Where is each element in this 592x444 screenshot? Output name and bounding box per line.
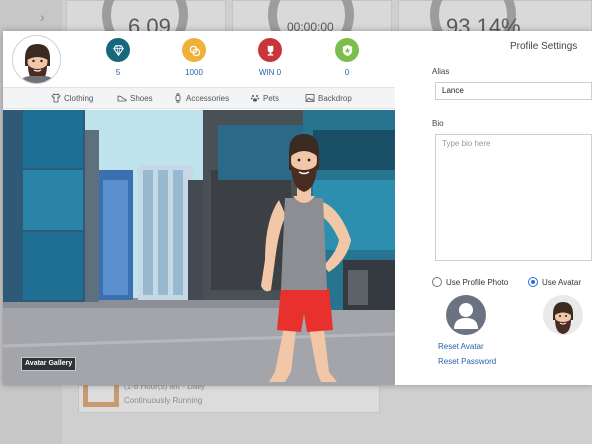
stat-coins: 1000 — [164, 38, 224, 77]
tab-label: Clothing — [64, 93, 94, 103]
star-badge-icon — [335, 38, 359, 62]
alias-input[interactable]: Lance — [435, 82, 592, 100]
profile-modal: 5 1000 WIN 0 0 Clothing Shoes Accessorie… — [3, 31, 592, 385]
chevron-right-icon: › — [40, 9, 45, 25]
alias-label: Alias — [432, 67, 450, 76]
avatar[interactable] — [12, 35, 61, 84]
tab-shoes[interactable]: Shoes — [117, 93, 153, 103]
tab-accessories[interactable]: Accessories — [173, 93, 229, 103]
user-silhouette-icon — [454, 303, 478, 329]
tab-label: Shoes — [130, 93, 153, 103]
trophy-icon — [258, 38, 282, 62]
profile-photo-option[interactable] — [446, 295, 486, 335]
stat-value: 1000 — [185, 68, 203, 77]
use-avatar-radio[interactable]: Use Avatar — [528, 277, 581, 287]
shirt-icon — [51, 93, 61, 103]
use-profile-photo-radio[interactable]: Use Profile Photo — [432, 277, 508, 287]
avatar-preview: Avatar Gallery — [3, 110, 395, 385]
tab-backdrop[interactable]: Backdrop — [305, 93, 352, 103]
radio-dot[interactable] — [528, 277, 538, 287]
avatar-option[interactable] — [543, 295, 583, 335]
stat-value: 5 — [115, 68, 121, 77]
stat-wins: WIN 0 — [240, 38, 300, 77]
radio-label: Use Profile Photo — [446, 277, 509, 287]
reset-avatar-link[interactable]: Reset Avatar — [438, 342, 484, 351]
bio-label: Bio — [432, 119, 444, 128]
paw-icon — [250, 95, 260, 102]
customization-tabs: Clothing Shoes Accessories Pets Backdrop — [3, 87, 395, 109]
stat-value: 0 — [344, 68, 350, 77]
avatar-gallery-button[interactable]: Avatar Gallery — [21, 357, 77, 371]
diamond-icon — [106, 38, 130, 62]
bio-textarea[interactable]: Type bio here — [435, 134, 592, 261]
tab-label: Pets — [263, 93, 280, 103]
tab-clothing[interactable]: Clothing — [51, 93, 93, 103]
page-title: Profile Settings — [510, 41, 578, 52]
tab-label: Backdrop — [318, 93, 352, 103]
stat-value: WIN 0 — [258, 68, 282, 77]
reset-password-link[interactable]: Reset Password — [438, 357, 496, 366]
radio-label: Use Avatar — [542, 277, 581, 287]
background-task-icon — [83, 385, 119, 407]
stat-badges: 0 — [317, 38, 377, 77]
city-backdrop — [3, 110, 395, 385]
avatar-face-icon — [13, 36, 60, 83]
accessory-icon — [175, 93, 181, 103]
avatar-face-icon — [543, 295, 583, 335]
coins-icon — [182, 38, 206, 62]
tab-pets[interactable]: Pets — [250, 93, 279, 103]
image-icon — [305, 94, 315, 102]
stat-gems: 5 — [88, 38, 148, 77]
tab-label: Accessories — [186, 93, 230, 103]
radio-dot[interactable] — [432, 277, 442, 287]
background-task-text: Continuously Running — [124, 396, 203, 405]
shoe-icon — [117, 95, 127, 102]
